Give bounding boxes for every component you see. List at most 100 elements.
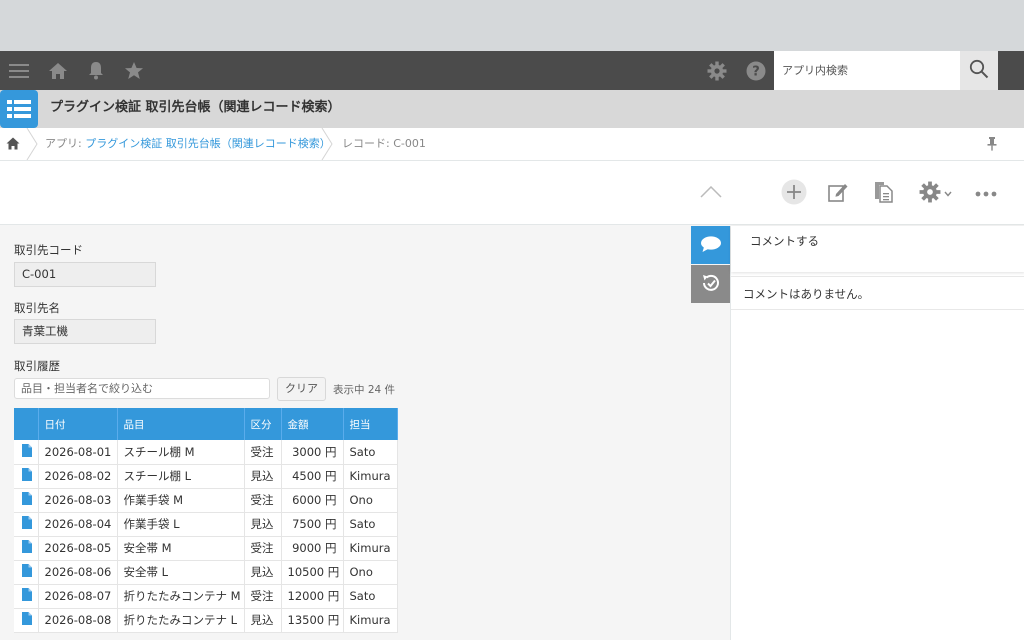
gear-icon[interactable] xyxy=(705,51,729,90)
cell-type: 見込 xyxy=(244,512,282,537)
home-icon[interactable] xyxy=(6,137,20,153)
cell-owner: Kimura xyxy=(343,608,398,633)
copy-icon xyxy=(873,181,893,206)
document-icon[interactable] xyxy=(22,588,32,604)
duplicate-button[interactable] xyxy=(870,177,896,209)
code-label: 取引先コード xyxy=(14,243,83,257)
row-document-cell[interactable] xyxy=(14,488,39,513)
history-icon xyxy=(700,272,722,297)
cell-date: 2026-08-01 xyxy=(38,440,118,465)
col-header-icon xyxy=(14,408,39,440)
document-icon[interactable] xyxy=(22,564,32,580)
cell-item: 作業手袋 L xyxy=(117,512,245,537)
col-header-type: 区分 xyxy=(244,408,282,440)
collapse-button[interactable] xyxy=(697,177,725,209)
comment-panel: コメントする コメントはありません。 xyxy=(730,226,1024,640)
menu-icon[interactable] xyxy=(6,51,32,90)
cell-date: 2026-08-03 xyxy=(38,488,118,513)
cell-date: 2026-08-08 xyxy=(38,608,118,633)
breadcrumb-app: アプリ: プラグイン検証 取引先台帳（関連レコード検索） xyxy=(45,128,331,159)
row-document-cell[interactable] xyxy=(14,560,39,585)
result-count: 表示中 24 件 xyxy=(333,384,396,396)
side-tabs xyxy=(691,226,730,304)
search-button[interactable] xyxy=(960,51,998,90)
cell-amount: 10500 円 xyxy=(281,560,344,585)
cell-type: 受注 xyxy=(244,536,282,561)
cell-amount: 12000 円 xyxy=(281,584,344,609)
document-icon[interactable] xyxy=(22,492,32,508)
col-header-owner: 担当 xyxy=(343,408,398,440)
cell-amount: 9000 円 xyxy=(281,536,344,561)
document-icon[interactable] xyxy=(22,443,32,460)
record-settings-button[interactable] xyxy=(914,177,956,209)
filter-input[interactable] xyxy=(14,378,270,399)
cell-amount: 4500 円 xyxy=(281,464,344,489)
row-document-cell[interactable] xyxy=(14,464,39,489)
document-icon[interactable] xyxy=(22,612,32,628)
edit-icon xyxy=(827,181,849,206)
document-icon[interactable] xyxy=(22,468,32,484)
breadcrumb-app-link[interactable]: プラグイン検証 取引先台帳（関連レコード検索） xyxy=(85,137,331,150)
table-row: 2026-08-07 折りたたみコンテナ M 受注 12000 円 Sato xyxy=(14,584,398,609)
cell-item: 折りたたみコンテナ M xyxy=(117,584,245,609)
cell-owner: Sato xyxy=(343,440,398,465)
table-row: 2026-08-04 作業手袋 L 見込 7500 円 Sato xyxy=(14,512,398,537)
table-header-row: 日付 品目 区分 金額 担当 xyxy=(14,408,398,440)
breadcrumb-separator-icon xyxy=(321,127,333,163)
table-row: 2026-08-08 折りたたみコンテナ L 見込 13500 円 Kimura xyxy=(14,608,398,633)
app-header: プラグイン検証 取引先台帳（関連レコード検索） xyxy=(0,90,1024,128)
cell-owner: Sato xyxy=(343,584,398,609)
document-icon[interactable] xyxy=(22,540,32,556)
cell-type: 見込 xyxy=(244,560,282,585)
home-icon[interactable] xyxy=(46,51,70,90)
more-dots-icon xyxy=(975,186,997,200)
cell-item: スチール棚 L xyxy=(117,464,245,489)
gear-icon xyxy=(919,181,941,206)
cell-owner: Ono xyxy=(343,560,398,585)
more-options-button[interactable] xyxy=(972,177,1000,209)
browser-top-area xyxy=(0,0,1024,51)
cell-owner: Kimura xyxy=(343,464,398,489)
table-row: 2026-08-06 安全帯 L 見込 10500 円 Ono xyxy=(14,560,398,585)
chevron-up-icon xyxy=(700,185,722,201)
breadcrumb-separator-icon xyxy=(26,127,38,163)
cell-date: 2026-08-06 xyxy=(38,560,118,585)
cell-date: 2026-08-02 xyxy=(38,464,118,489)
pin-icon[interactable] xyxy=(986,136,998,155)
app-title: プラグイン検証 取引先台帳（関連レコード検索） xyxy=(50,100,341,115)
cell-owner: Sato xyxy=(343,512,398,537)
comment-input[interactable]: コメントする xyxy=(731,226,1024,272)
row-document-cell[interactable] xyxy=(14,608,39,633)
cell-type: 見込 xyxy=(244,608,282,633)
cell-item: 安全帯 L xyxy=(117,560,245,585)
star-icon[interactable] xyxy=(122,51,146,90)
comment-prompt: コメントする xyxy=(750,234,819,248)
name-value: 青葉工機 xyxy=(14,319,156,344)
cell-date: 2026-08-05 xyxy=(38,536,118,561)
table-row: 2026-08-01 スチール棚 M 受注 3000 円 Sato xyxy=(14,440,398,465)
add-record-button[interactable] xyxy=(779,177,809,209)
search-icon xyxy=(969,59,989,82)
cell-amount: 7500 円 xyxy=(281,512,344,537)
edit-button[interactable] xyxy=(825,177,851,209)
app-search-input[interactable] xyxy=(774,51,960,90)
comment-icon xyxy=(700,235,722,256)
tab-history[interactable] xyxy=(691,265,730,303)
row-document-cell[interactable] xyxy=(14,512,39,537)
cell-item: 折りたたみコンテナ L xyxy=(117,608,245,633)
global-header: ? xyxy=(0,51,1024,90)
row-document-cell[interactable] xyxy=(14,536,39,561)
row-document-cell[interactable] xyxy=(14,440,39,465)
tab-comments[interactable] xyxy=(691,226,730,264)
plus-icon xyxy=(781,179,807,208)
row-document-cell[interactable] xyxy=(14,584,39,609)
col-header-item: 品目 xyxy=(117,408,245,440)
cell-item: スチール棚 M xyxy=(117,440,245,465)
bell-icon[interactable] xyxy=(85,51,107,90)
app-list-icon[interactable] xyxy=(0,90,38,128)
clear-button[interactable]: クリア xyxy=(277,377,326,401)
document-icon[interactable] xyxy=(22,516,32,532)
help-icon[interactable]: ? xyxy=(744,51,768,90)
col-header-amount: 金額 xyxy=(281,408,344,440)
history-table: 日付 品目 区分 金額 担当 2026-08-01 スチール棚 M 受注 3000 円… xyxy=(14,408,398,633)
